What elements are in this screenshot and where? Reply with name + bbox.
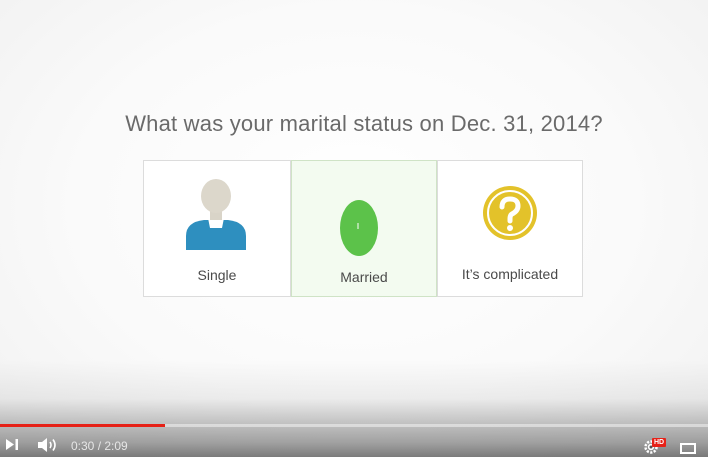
rings-icon [339,199,379,262]
progress-played [0,424,165,427]
option-single[interactable]: Single [144,161,291,296]
person-icon [184,178,248,257]
player-controls: 0:30 / 2:09 HD [0,432,708,457]
question-mark-icon [482,185,538,246]
theater-mode-icon[interactable] [680,441,696,457]
option-label: It’s complicated [461,266,559,282]
option-married[interactable]: Married [291,160,437,297]
hd-badge: HD [652,438,667,447]
next-icon[interactable] [5,438,19,456]
options-row: Single Married It’s complicated [143,160,583,297]
question-title: What was your marital status on Dec. 31,… [125,111,603,136]
option-complicated[interactable]: It’s complicated [437,161,582,296]
option-label: Married [340,269,388,285]
progress-bar[interactable] [0,424,708,427]
volume-icon[interactable] [37,437,59,457]
time-display: 0:30 / 2:09 [71,439,128,453]
option-label: Single [197,267,237,283]
